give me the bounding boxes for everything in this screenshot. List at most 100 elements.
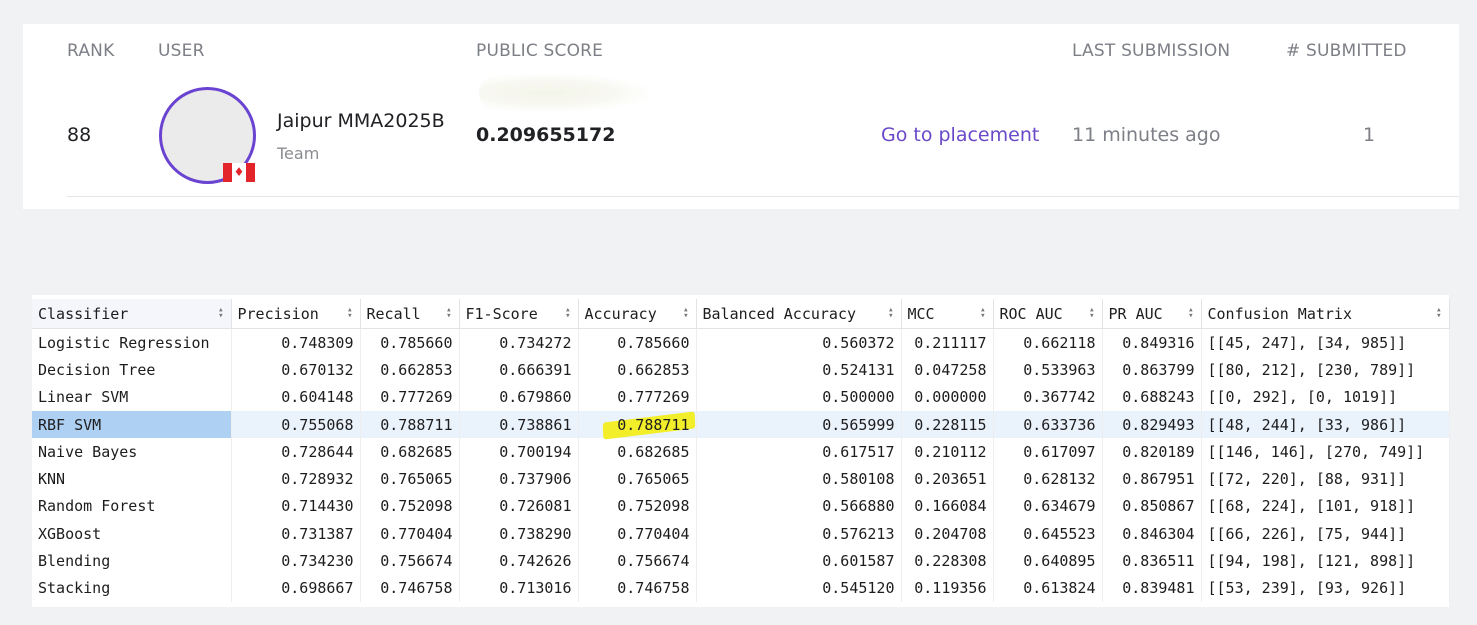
leaderboard-card: RANK USER PUBLIC SCORE LAST SUBMISSION #… — [23, 24, 1459, 209]
cell-accuracy: 0.756674 — [578, 547, 697, 575]
cell-balanced-accuracy: 0.560372 — [696, 328, 902, 357]
column-header-roc-auc[interactable]: ROC AUC ▴ ▾ — [993, 299, 1103, 329]
cell-f1: 0.734272 — [459, 328, 579, 357]
cell-accuracy: 0.682685 — [578, 438, 697, 466]
public-score-value: 0.209655172 — [476, 124, 616, 146]
cell-accuracy: 0.765065 — [578, 465, 697, 493]
cell-confusion-matrix: [[45, 247], [34, 985]] — [1201, 328, 1450, 357]
cell-classifier: Logistic Regression — [32, 328, 232, 357]
column-header-accuracy[interactable]: Accuracy ▴ ▾ — [578, 299, 697, 329]
column-header-precision[interactable]: Precision ▴ ▾ — [231, 299, 361, 329]
team-name[interactable]: Jaipur MMA2025B — [277, 110, 445, 132]
cell-roc-auc: 0.367742 — [993, 383, 1103, 411]
cell-classifier: Naive Bayes — [32, 438, 232, 466]
column-header-mcc[interactable]: MCC ▴ ▾ — [901, 299, 994, 329]
cell-pr-auc: 0.836511 — [1102, 547, 1202, 575]
column-header-f1-score[interactable]: F1-Score ▴ ▾ — [459, 299, 579, 329]
sort-icon: ▴ ▾ — [1436, 305, 1442, 321]
metrics-table-container: Classifier ▴ ▾ Precision ▴ ▾ Recall ▴ ▾ F1-Score ▴… — [32, 295, 1450, 607]
cell-precision: 0.698667 — [231, 574, 361, 602]
metrics-table: Classifier ▴ ▾ Precision ▴ ▾ Recall ▴ ▾ F1-Score ▴… — [32, 299, 1450, 602]
cell-pr-auc: 0.850867 — [1102, 492, 1202, 521]
cell-recall: 0.770404 — [360, 520, 460, 548]
table-row[interactable]: XGBoost 0.731387 0.770404 0.738290 0.770404 0… — [32, 520, 1450, 548]
sort-icon: ▴ ▾ — [347, 305, 353, 321]
header-last-submission: LAST SUBMISSION — [1072, 41, 1231, 61]
sort-icon: ▴ ▾ — [218, 305, 224, 321]
cell-accuracy: 0.777269 — [578, 383, 697, 411]
cell-accuracy: 0.662853 — [578, 356, 697, 384]
cell-accuracy: 0.770404 — [578, 520, 697, 548]
cell-confusion-matrix: [[66, 226], [75, 944]] — [1201, 520, 1450, 548]
header-submitted: # SUBMITTED — [1286, 41, 1407, 61]
cell-precision: 0.604148 — [231, 383, 361, 411]
cell-precision: 0.728932 — [231, 465, 361, 493]
rank-value: 88 — [67, 124, 92, 146]
canada-flag-icon: ♦ — [223, 163, 255, 182]
cell-pr-auc: 0.820189 — [1102, 438, 1202, 466]
cell-roc-auc: 0.634679 — [993, 492, 1103, 521]
column-header-confusion-matrix[interactable]: Confusion Matrix ▴ ▾ — [1201, 299, 1450, 329]
cell-mcc: 0.166084 — [901, 492, 994, 521]
cell-accuracy: 0.752098 — [578, 492, 697, 521]
column-header-pr-auc[interactable]: PR AUC ▴ ▾ — [1102, 299, 1202, 329]
cell-recall: 0.746758 — [360, 574, 460, 602]
column-header-classifier[interactable]: Classifier ▴ ▾ — [32, 299, 232, 329]
table-row[interactable]: Decision Tree 0.670132 0.662853 0.666391 0.6… — [32, 356, 1450, 384]
go-to-placement-link[interactable]: Go to placement — [881, 124, 1039, 146]
table-row[interactable]: Random Forest 0.714430 0.752098 0.726081 0.7… — [32, 492, 1450, 521]
cell-classifier: RBF SVM — [32, 410, 232, 439]
table-row[interactable]: Naive Bayes 0.728644 0.682685 0.700194 0.682… — [32, 438, 1450, 466]
header-rank: RANK — [67, 41, 115, 61]
cell-precision: 0.731387 — [231, 520, 361, 548]
cell-roc-auc: 0.662118 — [993, 328, 1103, 357]
cell-pr-auc: 0.867951 — [1102, 465, 1202, 493]
cell-confusion-matrix: [[94, 198], [121, 898]] — [1201, 547, 1450, 575]
cell-classifier: Stacking — [32, 574, 232, 602]
cell-confusion-matrix: [[146, 146], [270, 749]] — [1201, 438, 1450, 466]
cell-recall: 0.662853 — [360, 356, 460, 384]
table-row[interactable]: Logistic Regression 0.748309 0.785660 0.734… — [32, 328, 1450, 357]
table-row[interactable]: RBF SVM 0.755068 0.788711 0.738861 0.788711 0… — [32, 410, 1450, 439]
cell-precision: 0.670132 — [231, 356, 361, 384]
cell-recall: 0.682685 — [360, 438, 460, 466]
cell-confusion-matrix: [[48, 244], [33, 986]] — [1201, 410, 1450, 439]
cell-f1: 0.738861 — [459, 410, 579, 439]
cell-confusion-matrix: [[68, 224], [101, 918]] — [1201, 492, 1450, 521]
column-header-balanced-accuracy[interactable]: Balanced Accuracy ▴ ▾ — [696, 299, 902, 329]
cell-mcc: 0.000000 — [901, 383, 994, 411]
cell-precision: 0.728644 — [231, 438, 361, 466]
cell-mcc: 0.047258 — [901, 356, 994, 384]
cell-accuracy: 0.746758 — [578, 574, 697, 602]
cell-roc-auc: 0.617097 — [993, 438, 1103, 466]
cell-roc-auc: 0.613824 — [993, 574, 1103, 602]
cell-roc-auc: 0.633736 — [993, 410, 1103, 439]
cell-precision: 0.734230 — [231, 547, 361, 575]
cell-pr-auc: 0.688243 — [1102, 383, 1202, 411]
cell-roc-auc: 0.640895 — [993, 547, 1103, 575]
cell-f1: 0.679860 — [459, 383, 579, 411]
cell-pr-auc: 0.846304 — [1102, 520, 1202, 548]
last-submission-value: 11 minutes ago — [1072, 124, 1221, 146]
cell-precision: 0.748309 — [231, 328, 361, 357]
cell-confusion-matrix: [[80, 212], [230, 789]] — [1201, 356, 1450, 384]
cell-confusion-matrix: [[72, 220], [88, 931]] — [1201, 465, 1450, 493]
cell-classifier: Decision Tree — [32, 356, 232, 384]
cell-f1: 0.700194 — [459, 438, 579, 466]
table-row[interactable]: Stacking 0.698667 0.746758 0.713016 0.746758… — [32, 574, 1450, 602]
cell-recall: 0.788711 — [360, 410, 460, 439]
sort-icon: ▴ ▾ — [446, 305, 452, 321]
cell-mcc: 0.210112 — [901, 438, 994, 466]
cell-balanced-accuracy: 0.576213 — [696, 520, 902, 548]
cell-balanced-accuracy: 0.500000 — [696, 383, 902, 411]
cell-balanced-accuracy: 0.565999 — [696, 410, 902, 439]
sort-icon: ▴ ▾ — [980, 305, 986, 321]
table-row[interactable]: Linear SVM 0.604148 0.777269 0.679860 0.7772… — [32, 383, 1450, 411]
table-row[interactable]: Blending 0.734230 0.756674 0.742626 0.756674… — [32, 547, 1450, 575]
table-row[interactable]: KNN 0.728932 0.765065 0.737906 0.765065 0.580… — [32, 465, 1450, 493]
cell-roc-auc: 0.645523 — [993, 520, 1103, 548]
cell-f1: 0.738290 — [459, 520, 579, 548]
column-header-recall[interactable]: Recall ▴ ▾ — [360, 299, 460, 329]
sort-icon: ▴ ▾ — [683, 305, 689, 321]
cell-precision: 0.755068 — [231, 410, 361, 439]
